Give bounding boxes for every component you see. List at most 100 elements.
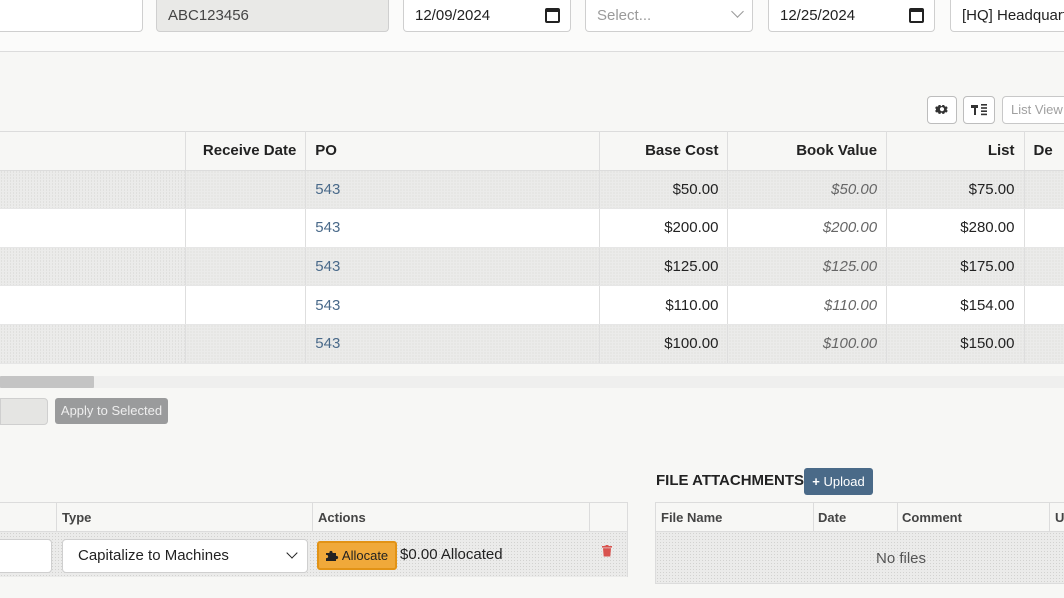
- cell-list: $280.00: [886, 208, 1025, 248]
- col-header-next[interactable]: De: [1024, 131, 1064, 171]
- col-header-comment: Comment: [902, 510, 962, 525]
- cell-next: [1024, 170, 1064, 210]
- cell-receive-date: [185, 247, 307, 287]
- no-files-text: No files: [875, 550, 927, 567]
- date-from-value: 12/09/2024: [415, 7, 491, 24]
- apply-to-selected-button[interactable]: Apply to Selected: [55, 398, 168, 424]
- cell-blank: [0, 170, 187, 210]
- plus-icon: +: [812, 474, 820, 489]
- calendar-icon[interactable]: [545, 8, 560, 23]
- table-header: Receive Date PO Base Cost Book Value Lis…: [0, 131, 1064, 171]
- trash-icon[interactable]: [602, 544, 612, 561]
- cell-base-cost: $50.00: [599, 170, 729, 210]
- cell-list: $75.00: [886, 170, 1025, 210]
- type-value: Capitalize to Machines: [78, 547, 229, 564]
- col-header-next: U: [1055, 510, 1064, 525]
- files-table-header: File Name Date Comment U: [656, 503, 1064, 532]
- calendar-icon[interactable]: [909, 8, 924, 23]
- cell-po[interactable]: 543: [305, 285, 601, 325]
- cell-receive-date: [185, 208, 307, 248]
- cell-next: [1024, 324, 1064, 364]
- gear-icon: [935, 104, 948, 114]
- table-row[interactable]: 543 $100.00 $100.00 $150.00: [0, 324, 1064, 364]
- col-header-type: Type: [62, 510, 92, 525]
- location-select[interactable]: [HQ] Headquarters: [950, 0, 1064, 32]
- table-row[interactable]: 543 $110.00 $110.00 $154.00: [0, 285, 1064, 325]
- scrollbar-thumb[interactable]: [0, 376, 94, 388]
- upload-button[interactable]: + Upload: [804, 468, 873, 495]
- code-value: ABC123456: [168, 7, 249, 24]
- col-header-receive-date[interactable]: Receive Date: [185, 131, 307, 171]
- code-field: ABC123456: [156, 0, 389, 32]
- filter-bar: ABC123456 12/09/2024 Select... 12/25/202…: [0, 0, 1064, 52]
- cost-table-header: Type Actions: [0, 503, 627, 532]
- table-row[interactable]: 543 $200.00 $200.00 $280.00: [0, 208, 1064, 248]
- col-header-file-name: File Name: [661, 510, 723, 525]
- col-header-base-cost[interactable]: Base Cost: [599, 131, 729, 171]
- cell-receive-date: [185, 285, 307, 325]
- col-header-blank[interactable]: [0, 131, 187, 171]
- table-row[interactable]: 543 $50.00 $50.00 $75.00: [0, 170, 1064, 210]
- select-placeholder: Select...: [597, 7, 652, 24]
- location-value: [HQ] Headquarters: [962, 7, 1064, 24]
- po-link[interactable]: 543: [315, 219, 340, 236]
- cell-book-value: $110.00: [727, 285, 888, 325]
- allocate-label: Allocate: [341, 548, 389, 563]
- cost-row: Capitalize to Machines Allocate $0.00 Al…: [0, 532, 627, 577]
- po-link[interactable]: 543: [315, 297, 340, 314]
- cell-receive-date: [185, 324, 307, 364]
- po-link[interactable]: 543: [315, 335, 340, 352]
- cell-list: $150.00: [886, 324, 1025, 364]
- file-attachments-title: FILE ATTACHMENTS: [656, 472, 805, 489]
- divider: [897, 503, 898, 532]
- allocated-amount: $0.00 Allocated: [400, 546, 503, 563]
- cell-book-value: $125.00: [727, 247, 888, 287]
- cost-allocation-table: Type Actions Capitalize to Machines Allo…: [0, 502, 628, 577]
- cell-po[interactable]: 543: [305, 170, 601, 210]
- bulk-input[interactable]: [0, 398, 48, 425]
- col-header-date: Date: [818, 510, 847, 525]
- date-to-value: 12/25/2024: [780, 7, 856, 24]
- paint-columns-icon: [971, 104, 987, 116]
- list-view-select[interactable]: List View: [1002, 96, 1064, 124]
- files-body: No files: [656, 532, 1064, 583]
- filter-select[interactable]: Select...: [585, 0, 753, 32]
- cell-blank: [0, 324, 187, 364]
- col-header-po[interactable]: PO: [305, 131, 601, 171]
- table-row[interactable]: 543 $125.00 $125.00 $175.00: [0, 247, 1064, 287]
- cell-book-value: $200.00: [727, 208, 888, 248]
- items-table: Receive Date PO Base Cost Book Value Lis…: [0, 131, 1064, 364]
- amount-input[interactable]: [0, 539, 52, 573]
- po-link[interactable]: 543: [315, 258, 340, 275]
- date-to-input[interactable]: 12/25/2024: [768, 0, 935, 32]
- cell-book-value: $50.00: [727, 170, 888, 210]
- allocate-button[interactable]: Allocate: [317, 541, 397, 570]
- cell-base-cost: $125.00: [599, 247, 729, 287]
- divider: [1049, 503, 1050, 532]
- cell-next: [1024, 285, 1064, 325]
- type-select[interactable]: Capitalize to Machines: [62, 539, 308, 573]
- cell-blank: [0, 208, 187, 248]
- cell-base-cost: $100.00: [599, 324, 729, 364]
- column-chooser-button[interactable]: [963, 96, 995, 124]
- col-header-book-value[interactable]: Book Value: [727, 131, 888, 171]
- col-header-list[interactable]: List: [886, 131, 1025, 171]
- cell-po[interactable]: 543: [305, 208, 601, 248]
- po-link[interactable]: 543: [315, 181, 340, 198]
- cell-po[interactable]: 543: [305, 247, 601, 287]
- filter-input-left[interactable]: [0, 0, 143, 32]
- settings-button[interactable]: [927, 96, 957, 124]
- col-header-actions: Actions: [318, 510, 366, 525]
- cell-book-value: $100.00: [727, 324, 888, 364]
- cell-po[interactable]: 543: [305, 324, 601, 364]
- cell-receive-date: [185, 170, 307, 210]
- file-attachments-table: File Name Date Comment U No files: [655, 502, 1064, 584]
- horizontal-scrollbar[interactable]: [0, 376, 1064, 388]
- cell-list: $154.00: [886, 285, 1025, 325]
- cell-blank: [0, 285, 187, 325]
- date-from-input[interactable]: 12/09/2024: [403, 0, 571, 32]
- cell-blank: [0, 247, 187, 287]
- puzzle-icon: [326, 550, 339, 561]
- cell-next: [1024, 247, 1064, 287]
- list-view-label: List View: [1011, 102, 1063, 117]
